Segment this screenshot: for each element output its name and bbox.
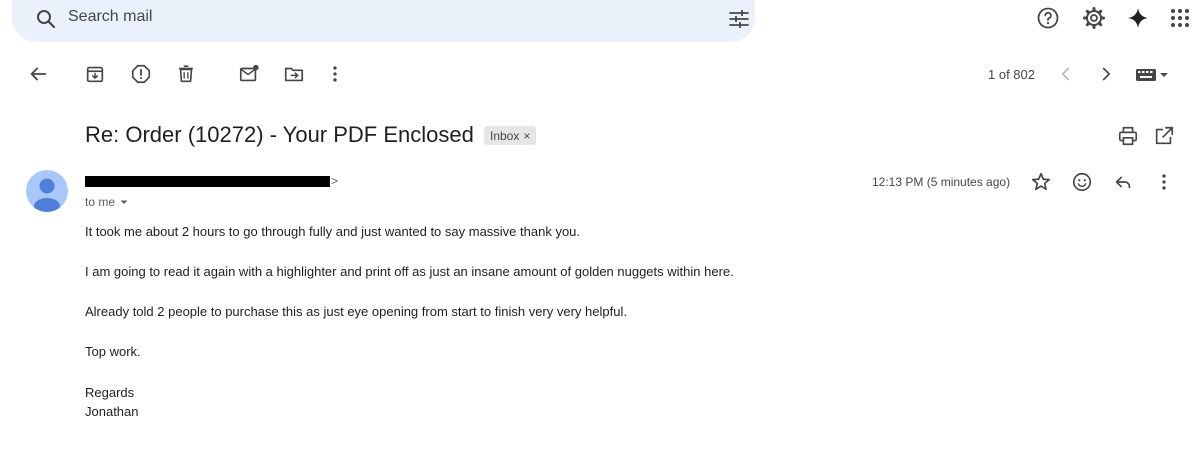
person-icon	[34, 178, 60, 212]
apps-icon[interactable]	[1168, 6, 1192, 30]
email-subject: Re: Order (10272) - Your PDF Enclosed	[85, 122, 474, 147]
label-remove-button[interactable]: ×	[523, 129, 530, 143]
sender-email-tail: >	[331, 174, 339, 188]
signature-name: Jonathan	[85, 404, 139, 419]
archive-icon[interactable]	[84, 63, 106, 85]
emoji-icon[interactable]	[1071, 171, 1093, 193]
body-paragraph: I am going to read it again with a highl…	[85, 264, 734, 279]
help-icon[interactable]	[1036, 6, 1060, 30]
filter-icon[interactable]	[727, 7, 751, 31]
search-icon[interactable]	[34, 7, 58, 31]
label-chip-text: Inbox	[490, 128, 520, 143]
chevron-left-icon[interactable]	[1055, 63, 1077, 85]
redacted-sender-name	[85, 176, 330, 187]
settings-icon[interactable]	[1082, 6, 1106, 30]
label-chip-inbox[interactable]: Inbox ×	[484, 126, 537, 145]
more-icon[interactable]	[324, 63, 346, 85]
body-paragraph: Already told 2 people to purchase this a…	[85, 304, 627, 319]
back-arrow-icon[interactable]	[27, 63, 49, 85]
chevron-right-icon[interactable]	[1095, 63, 1117, 85]
open-new-window-icon[interactable]	[1153, 125, 1175, 147]
print-icon[interactable]	[1117, 125, 1139, 147]
body-paragraph: It took me about 2 hours to go through f…	[85, 224, 581, 239]
report-spam-icon[interactable]	[130, 63, 152, 85]
top-bar: Search mail	[0, 0, 1200, 48]
pagination-count: 1 of 802	[988, 67, 1035, 82]
body-paragraph: Top work.	[85, 344, 141, 359]
recipient-details[interactable]: to me	[85, 195, 129, 209]
keyboard-icon[interactable]	[1134, 63, 1170, 85]
email-timestamp: 12:13 PM (5 minutes ago)	[872, 175, 1011, 189]
search-bar[interactable]: Search mail	[12, 0, 755, 42]
message-more-icon[interactable]	[1153, 171, 1175, 193]
caret-down-icon[interactable]	[119, 197, 129, 207]
gmail-page: Search mail 1 of 802 Re: Order (10272) -…	[0, 0, 1200, 450]
recipient-label: to me	[85, 195, 116, 209]
search-input[interactable]: Search mail	[68, 8, 152, 26]
move-to-icon[interactable]	[283, 63, 305, 85]
signature-closing: Regards	[85, 385, 135, 400]
delete-icon[interactable]	[175, 63, 197, 85]
mark-unread-icon[interactable]	[238, 63, 260, 85]
reply-icon[interactable]	[1112, 171, 1134, 193]
sparkle-icon[interactable]	[1126, 6, 1150, 30]
star-icon[interactable]	[1030, 171, 1052, 193]
avatar[interactable]	[26, 170, 68, 212]
